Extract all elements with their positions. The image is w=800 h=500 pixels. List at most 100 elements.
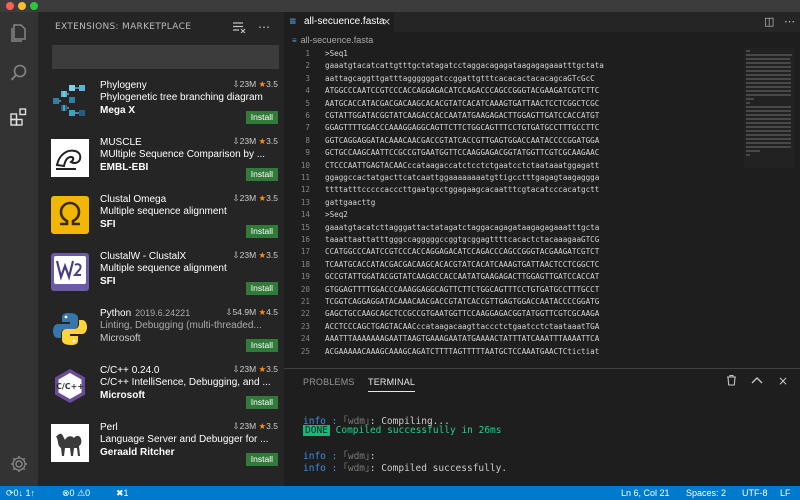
extensions-icon[interactable] [7,105,31,129]
code-line[interactable]: 23 ACCTCCCAGCTGAGTACAACccataagacaagttaccc… [284,321,742,333]
code-line[interactable]: 15 gaaatgtacatcttagggattactatagatctaggaca… [284,222,742,234]
extension-stats: ⇩23M ★3.5 [233,421,279,432]
install-button[interactable]: Install [245,111,278,124]
indentation-status[interactable]: Spaces: 2 [686,488,726,498]
install-button[interactable]: Install [245,396,278,409]
eol-status[interactable]: LF [780,488,791,498]
download-count: 23M [239,250,257,260]
file-type-icon: ≡ [292,36,297,45]
extension-item-muscle[interactable]: MUSCLE MUltiple Sequence Comparison by .… [38,133,284,190]
minimize-window-button[interactable] [18,2,26,10]
terminal-text: Compiled successfully in 26ms [335,425,502,436]
close-window-button[interactable] [6,2,14,10]
minimap-line [746,142,791,144]
clear-extensions-icon[interactable] [230,18,248,36]
code-line[interactable]: 11 ggaggccactatgacttcatcaattggaaaaaaaatgt… [284,172,742,184]
tab-all-secuence-fasta[interactable]: ≡ all-secuence.fasta × [284,12,394,32]
code-line[interactable]: 25 ACGAAAAACAAAGCAAAGCAGATCTTTTAGTTTTTAAT… [284,346,742,354]
minimap-line [746,118,791,120]
code-line[interactable]: 2 gaaatgtacatcattgtttgctatagatcctaggacaga… [284,60,742,72]
minimap-line [746,146,791,148]
extension-item-perl[interactable]: Perl Language Server and Debugger for ..… [38,418,284,475]
code-line[interactable]: 13 gattgaacttg [284,197,742,209]
code-line[interactable]: 14 >Seq2 [284,209,742,221]
maximize-panel-icon[interactable] [751,374,763,388]
trash-icon[interactable] [726,374,737,389]
code-line[interactable]: 16 taaattaattatttgggccagggggccggtgcggagtt… [284,234,742,246]
file-type-icon: ≡ [289,17,297,27]
more-actions-icon[interactable]: ⋯ [255,18,273,36]
install-button[interactable]: Install [245,168,278,181]
tools-status[interactable]: ✖1 [116,488,129,499]
minimap-line [746,122,791,124]
close-tab-icon[interactable]: × [382,15,391,28]
code-line[interactable]: 9 GCTGCCAAGCAATTCCGCCGTGAATGGTTCCAAGGAGAC… [284,147,742,159]
code-line[interactable]: 20 GTGGAGTTTTGGACCCAAAGGAGGCAGTTCTTCTGGCA… [284,284,742,296]
explorer-icon[interactable] [7,21,31,45]
line-text: CGTATTGGATACGGTATCAAGACCACCAATATGAAGAGAC… [325,111,600,120]
extension-stats: ⇩23M ★3.5 [233,79,279,90]
line-number: 20 [300,284,310,294]
sync-status[interactable]: ⟳0↓ 1↑ [6,488,35,499]
code-editor[interactable]: 1 >Seq1 2 gaaatgtacatcattgtttgctatagatcctag… [284,48,742,354]
line-number: 24 [300,334,310,344]
extension-item-cpp[interactable]: C/C++ C/C++ 0.24.0 C/C++ IntelliSence, D… [38,361,284,418]
cursor-position[interactable]: Ln 6, Col 21 [621,488,670,498]
download-count: 23M [239,364,257,374]
minimap[interactable] [744,48,794,168]
editor-more-icon[interactable]: ⋯ [784,15,795,28]
search-icon[interactable] [7,61,31,85]
settings-gear-icon[interactable] [7,452,31,476]
breadcrumb[interactable]: ≡ all-secuence.fasta [292,35,373,45]
code-line[interactable]: 21 TCGGTCAGGAGGATACAAACAACGACCGTATCACCGTT… [284,296,742,308]
rating-value: 3.5 [266,250,278,260]
rating-value: 4.5 [266,307,278,317]
code-line[interactable]: 18 TCAATGCACCATACGACGACAAGCACACGTATCACATC… [284,259,742,271]
code-line[interactable]: 7 GGAGTTTTGGACCCAAAGGAGGCAGTTCTTCTGGCAGTT… [284,122,742,134]
terminal-line: DONE Compiled successfully in 26ms [303,425,502,436]
extension-publisher: Geraald Ritcher [100,447,175,458]
maximize-window-button[interactable] [30,2,38,10]
code-line[interactable]: 6 CGTATTGGATACGGTATCAAGACCACCAATATGAAGAGA… [284,110,742,122]
extension-publisher: Mega X [100,105,136,116]
code-line[interactable]: 4 ATGGCCCAATCCGTCCCACCAGGAGACATCCAGACCCAG… [284,85,742,97]
extension-item-python[interactable]: Python 2019.6.24221 Linting, Debugging (m… [38,304,284,361]
editor-tabbar: ≡ all-secuence.fasta × ◫ ⋯ [284,12,800,32]
extension-name: Phylogeny [100,80,147,91]
tab-problems[interactable]: PROBLEMS [303,377,355,387]
code-line[interactable]: 17 CCATGGCCCAATCCGTCCCACCAGGAGACATCCAGACC… [284,246,742,258]
encoding-status[interactable]: UTF-8 [742,488,768,498]
extensions-search-input[interactable] [52,45,279,69]
extension-item-phylogeny[interactable]: Phylogeny Phylogenetic tree branching di… [38,76,284,133]
rating-value: 3.5 [266,136,278,146]
extension-item-clustal-omega[interactable]: Clustal Omega Multiple sequence alignmen… [38,190,284,247]
install-button[interactable]: Install [245,225,278,238]
extension-item-clustalw[interactable]: ClustalW - ClustalX Multiple sequence al… [38,247,284,304]
install-button[interactable]: Install [245,282,278,295]
code-line[interactable]: 10 CTCCCAATTGAGTACAACccataagaccatctcctctg… [284,160,742,172]
close-panel-icon[interactable]: × [778,374,788,388]
tab-terminal[interactable]: TERMINAL [368,377,416,392]
problems-status[interactable]: ⊗0 ⚠0 [62,488,90,499]
install-button[interactable]: Install [245,339,278,352]
code-line[interactable]: 3 aattagcaggttgatttaggggggatccggattgtttca… [284,73,742,85]
clustal-omega-logo-icon [51,196,89,234]
phylogeny-logo-icon [51,82,89,120]
code-line[interactable]: 19 GCCGTATTGGATACGGTATCAAGACCACCAATATGAAG… [284,271,742,283]
code-line[interactable]: 8 GGTCAGGAGGATACAAACAACGACCGTATCACCGTTGAG… [284,135,742,147]
code-line[interactable]: 5 AATGCACCATACGACGACAAGCACACGTATCACATCAAA… [284,98,742,110]
line-number: 14 [300,210,310,220]
code-line[interactable]: 22 GAGCTGCCAAGCAGCTCCGCCGTGAATGGTTCCAAGGA… [284,308,742,320]
extension-publisher: Microsoft [100,333,141,344]
extension-description: Phylogenetic tree branching diagram [100,92,263,103]
install-button[interactable]: Install [245,453,278,466]
code-line[interactable]: 1 >Seq1 [284,48,742,60]
split-editor-icon[interactable]: ◫ [764,15,774,28]
line-number: 5 [305,98,310,108]
line-number: 11 [300,173,310,182]
extension-name: Perl [100,422,118,433]
line-text: ttttatttcccccacccttgaatgcctggagaagcacaat… [325,185,600,195]
muscle-logo-icon [51,139,89,177]
code-line[interactable]: 24 AAATTTAAAAAAAGAATTAAGTGAAAGAATATGAAAAC… [284,333,742,345]
code-line[interactable]: 12 ttttatttcccccacccttgaatgcctggagaagcaca… [284,184,742,196]
